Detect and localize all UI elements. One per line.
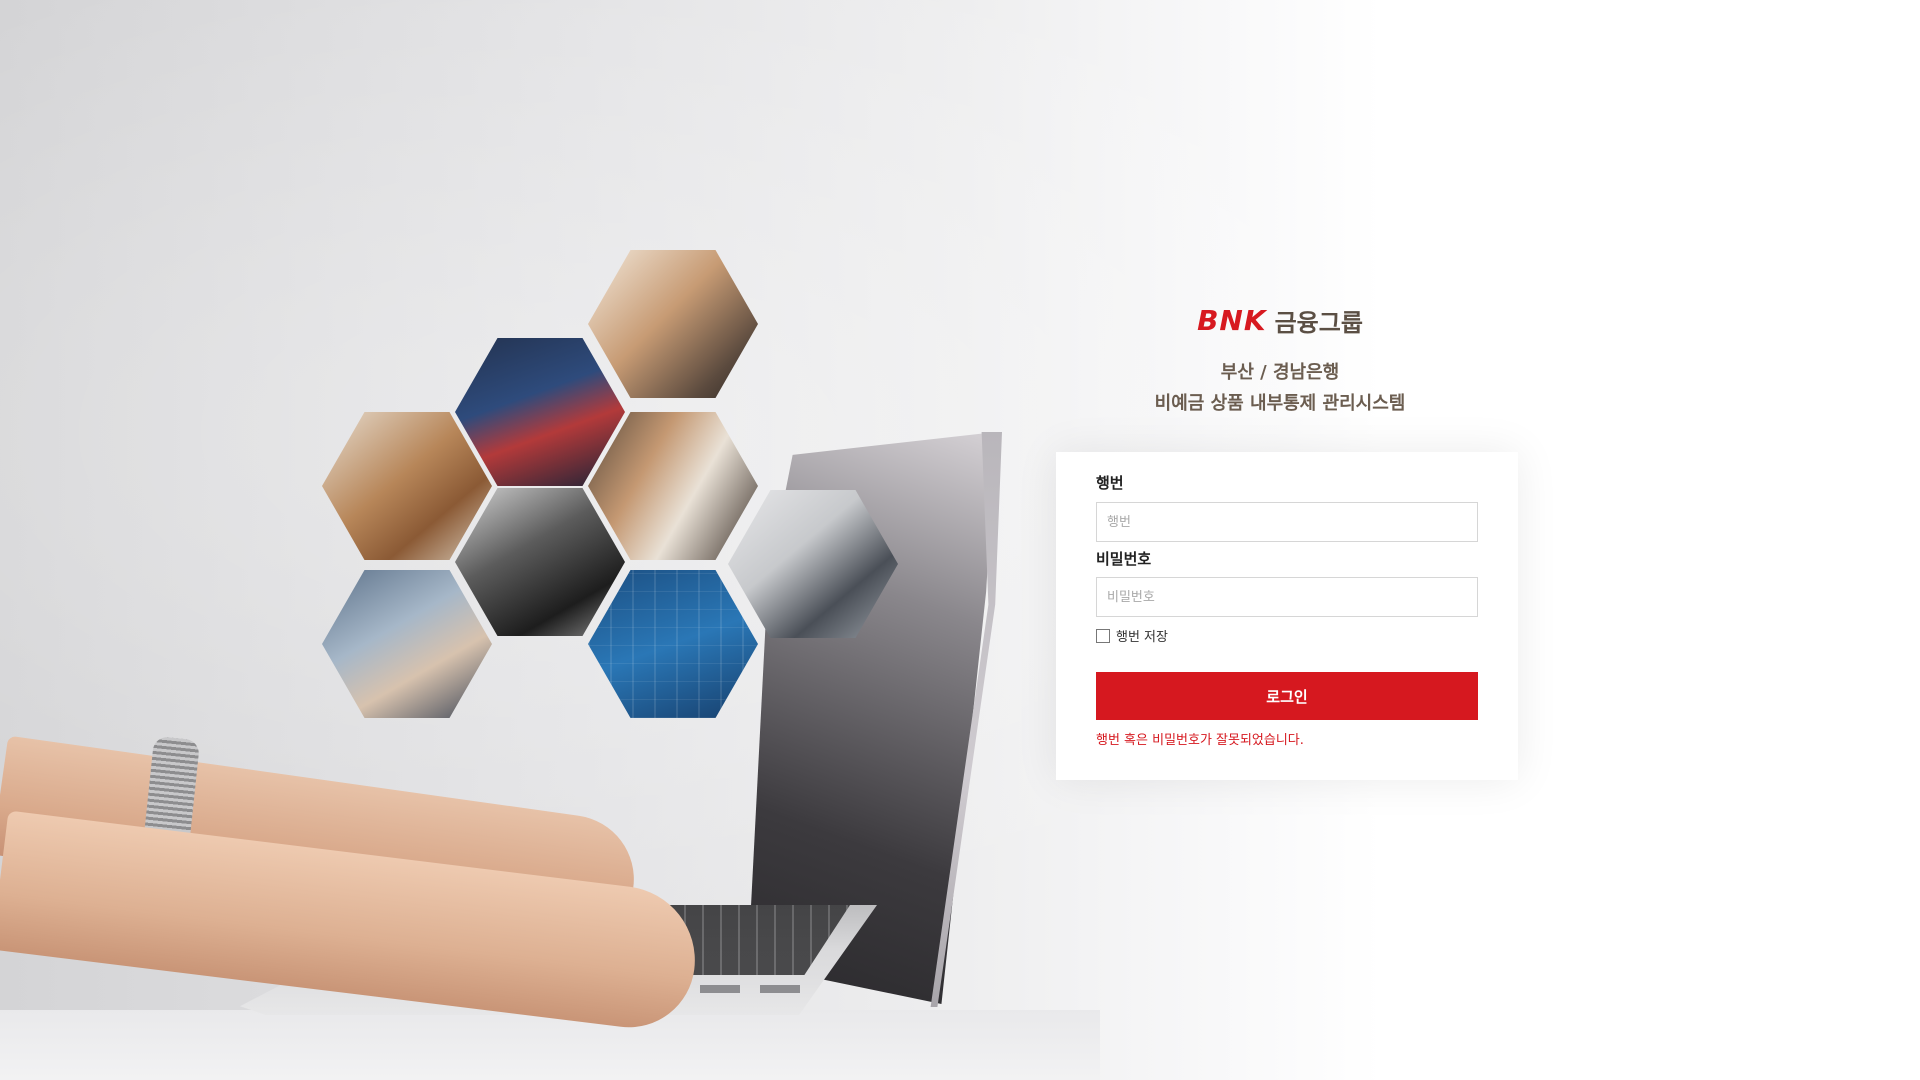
hex-photo-desk-laptops-teamwork xyxy=(322,412,492,560)
remember-id-option[interactable]: 행번 저장 xyxy=(1096,626,1168,645)
brand-group-name: 금융그룹 xyxy=(1274,308,1363,337)
hex-photo-trading-screen-phone xyxy=(455,338,625,486)
id-label: 행번 xyxy=(1096,474,1124,492)
login-page: BNK 금융그룹 부산 / 경남은행 비예금 상품 내부통제 관리시스템 행번 … xyxy=(0,0,1920,1080)
system-title-line1: 부산 / 경남은행 xyxy=(1220,362,1340,383)
desk-surface xyxy=(0,1010,1100,1080)
login-button[interactable]: 로그인 xyxy=(1096,672,1478,720)
password-input[interactable] xyxy=(1096,577,1478,617)
hex-photo-fist-bump-teamwork xyxy=(588,412,758,560)
login-error-message: 행번 혹은 비밀번호가 잘못되었습니다. xyxy=(1096,733,1304,748)
login-form: 행번 비밀번호 행번 저장 로그인 행번 혹은 비밀번호가 잘못되었습니다. xyxy=(1056,452,1518,780)
hex-photo-office-laptop-meeting xyxy=(588,250,758,398)
remember-id-checkbox[interactable] xyxy=(1096,628,1110,643)
hex-photo-laptop-typing xyxy=(455,488,625,636)
remember-id-label: 행번 저장 xyxy=(1116,630,1168,645)
brand-logo-mark: BNK xyxy=(1197,303,1267,337)
password-label: 비밀번호 xyxy=(1096,550,1152,568)
system-title: 부산 / 경남은행 비예금 상품 내부통제 관리시스템 xyxy=(1080,357,1480,419)
hero-illustration xyxy=(0,0,1100,1080)
hex-photo-financial-chart xyxy=(588,570,758,718)
hex-photo-laptop-pointing xyxy=(322,570,492,718)
system-title-line2: 비예금 상품 내부통제 관리시스템 xyxy=(1154,393,1406,414)
brand-logo: BNK 금융그룹 xyxy=(1180,300,1380,340)
id-input[interactable] xyxy=(1096,502,1478,542)
